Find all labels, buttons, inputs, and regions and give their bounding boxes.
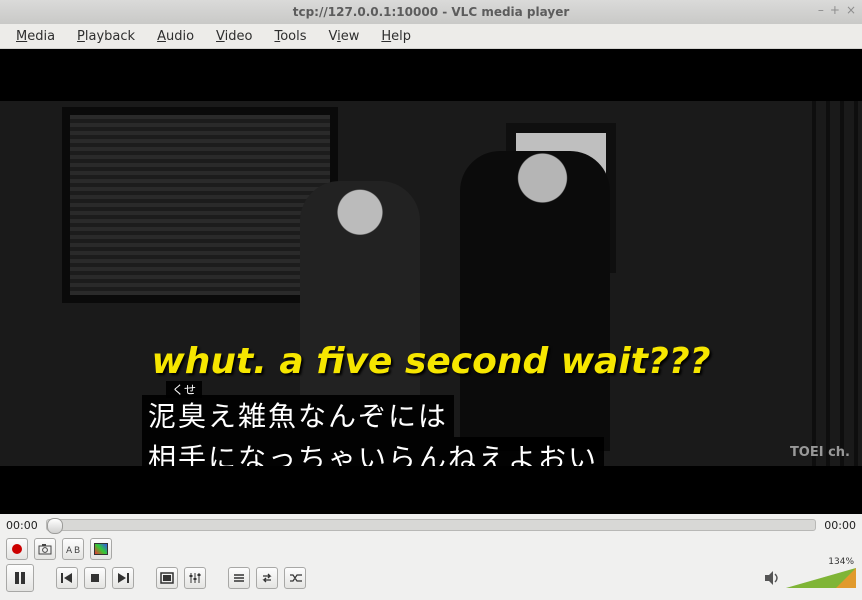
- playlist-icon: [232, 572, 246, 584]
- record-button[interactable]: [6, 538, 28, 560]
- shuffle-icon: [288, 572, 302, 584]
- speaker-icon[interactable]: [764, 570, 782, 586]
- shuffle-button[interactable]: [284, 567, 306, 589]
- tv-icon: [94, 543, 108, 555]
- menubar: Media Playback Audio Video Tools View He…: [0, 24, 862, 49]
- volume-slider[interactable]: 134%: [786, 568, 856, 588]
- time-remaining-label: 00:00: [824, 519, 856, 532]
- window-titlebar: tcp://127.0.0.1:10000 - VLC media player…: [0, 0, 862, 24]
- tv-card-button[interactable]: [90, 538, 112, 560]
- window-close-button[interactable]: ×: [846, 3, 856, 17]
- seek-knob[interactable]: [47, 518, 63, 534]
- menu-view[interactable]: View: [319, 27, 372, 46]
- seek-bar-row: 00:00 00:00: [0, 514, 862, 536]
- next-button[interactable]: [112, 567, 134, 589]
- window-minimize-button[interactable]: –: [818, 3, 824, 17]
- skip-forward-icon: [116, 572, 130, 584]
- fullscreen-button[interactable]: [156, 567, 178, 589]
- ab-loop-icon: AB: [66, 543, 80, 555]
- video-area[interactable]: whut. a five second wait??? くせ 泥臭え雑魚なんぞに…: [0, 49, 862, 514]
- menu-help[interactable]: Help: [371, 27, 423, 46]
- menu-audio[interactable]: Audio: [147, 27, 206, 46]
- channel-watermark: TOEI ch.: [790, 445, 850, 460]
- stop-button[interactable]: [84, 567, 106, 589]
- playlist-button[interactable]: [228, 567, 250, 589]
- playback-toolbar: 134%: [0, 562, 862, 596]
- skip-back-icon: [60, 572, 74, 584]
- equalizer-icon: [188, 572, 202, 584]
- loop-icon: [260, 572, 274, 584]
- advanced-toolbar: AB: [0, 536, 862, 562]
- window-title: tcp://127.0.0.1:10000 - VLC media player: [293, 5, 570, 19]
- play-pause-button[interactable]: [6, 564, 34, 592]
- extended-settings-button[interactable]: [184, 567, 206, 589]
- pause-icon: [13, 571, 27, 585]
- time-elapsed-label: 00:00: [6, 519, 38, 532]
- fullscreen-icon: [160, 572, 174, 584]
- seek-slider[interactable]: [46, 519, 817, 531]
- loop-button[interactable]: [256, 567, 278, 589]
- menu-video[interactable]: Video: [206, 27, 264, 46]
- svg-text:A: A: [66, 546, 73, 555]
- a-to-b-loop-button[interactable]: AB: [62, 538, 84, 560]
- menu-playback[interactable]: Playback: [67, 27, 147, 46]
- window-controls: – + ×: [818, 3, 856, 17]
- marquee-overlay-text: whut. a five second wait???: [0, 341, 862, 382]
- subtitle-line-2: 相手になっちゃいらんねえよおい: [142, 437, 604, 466]
- volume-control: 134%: [764, 568, 856, 588]
- subtitle-line-1: 泥臭え雑魚なんぞには: [142, 395, 454, 437]
- previous-button[interactable]: [56, 567, 78, 589]
- menu-tools[interactable]: Tools: [264, 27, 318, 46]
- record-icon: [12, 544, 22, 554]
- snapshot-button[interactable]: [34, 538, 56, 560]
- menu-media[interactable]: Media: [6, 27, 67, 46]
- video-frame: whut. a five second wait??? くせ 泥臭え雑魚なんぞに…: [0, 101, 862, 466]
- window-maximize-button[interactable]: +: [830, 3, 840, 17]
- svg-text:B: B: [74, 546, 80, 555]
- camera-icon: [38, 543, 52, 555]
- volume-percent-label: 134%: [828, 557, 854, 567]
- stop-icon: [89, 572, 101, 584]
